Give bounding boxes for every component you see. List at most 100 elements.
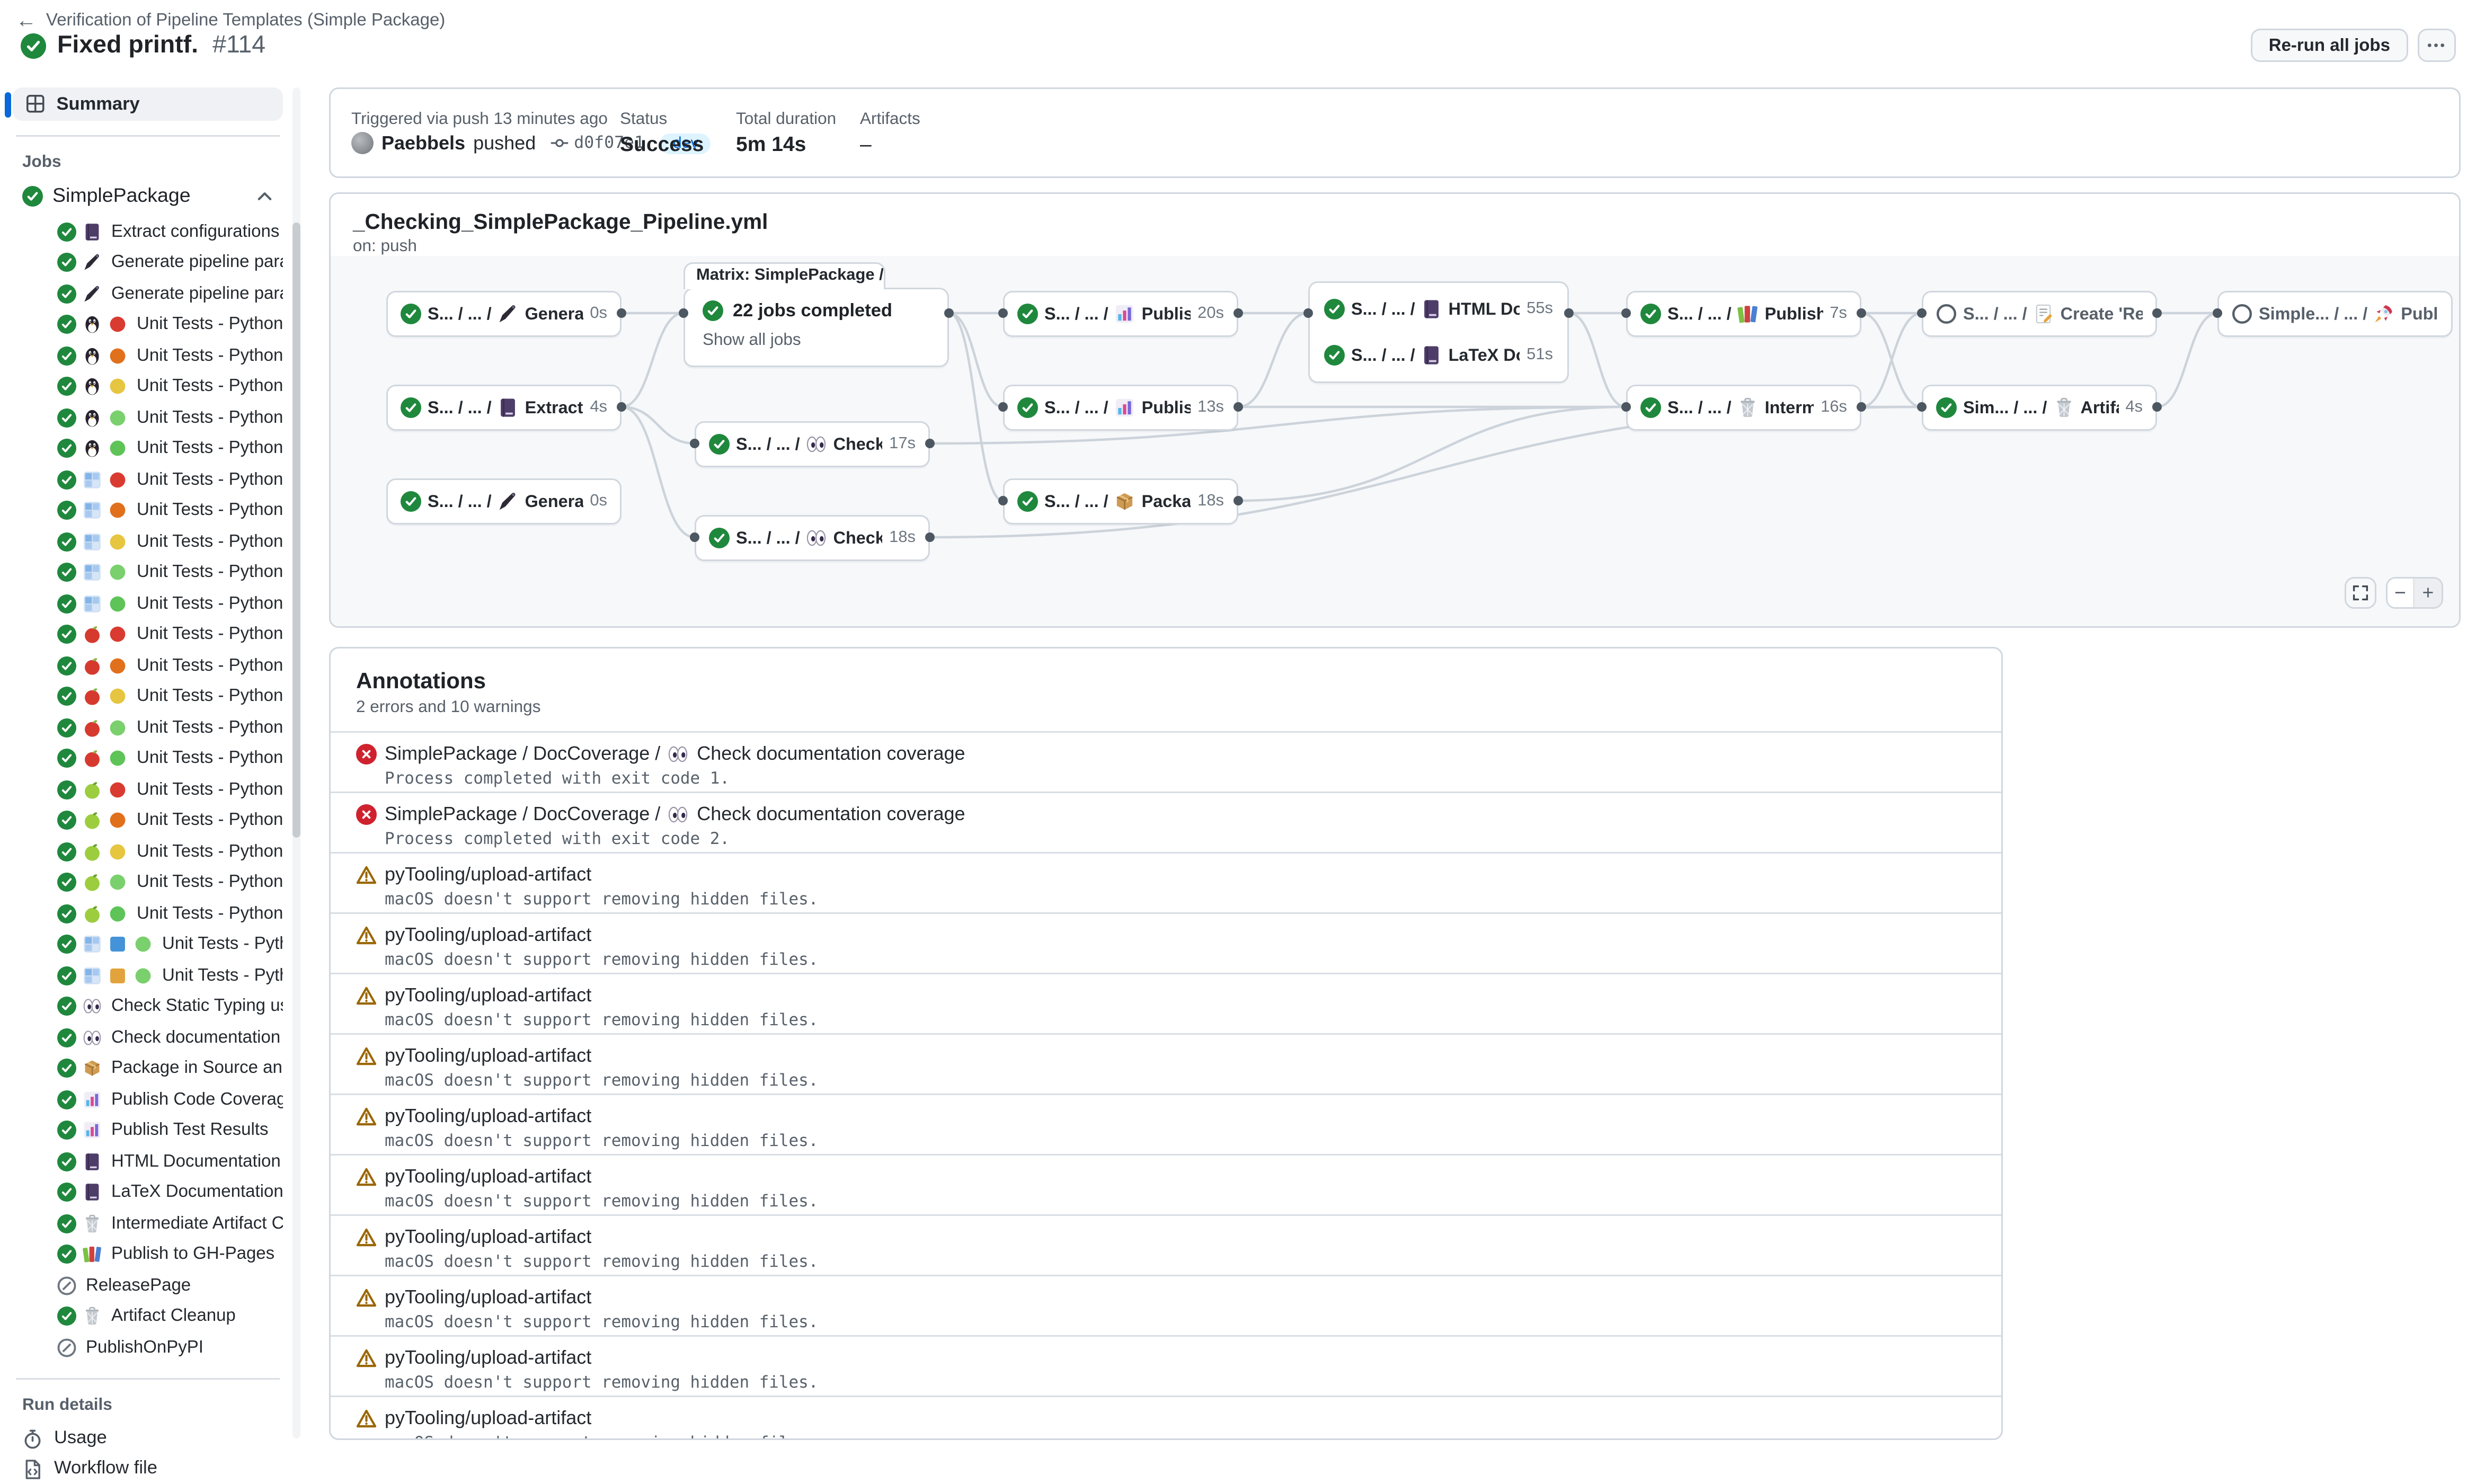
annotation-title[interactable]: Check documentation coverage bbox=[697, 742, 965, 765]
check-icon bbox=[57, 718, 76, 737]
graph-node-checkdoc[interactable]: S... / ... /Check docume...18s bbox=[695, 515, 930, 561]
sidebar-item-workflow-file[interactable]: Workflow file bbox=[13, 1454, 283, 1484]
annotation-title[interactable]: pyTooling/upload-artifact bbox=[385, 923, 591, 946]
sidebar-scrollbar-thumb[interactable] bbox=[292, 223, 300, 838]
sidebar-job-item[interactable]: Unit Tests - Python 3.9 bbox=[13, 774, 283, 805]
sidebar-job-item[interactable]: ReleasePage bbox=[13, 1270, 283, 1301]
sidebar-item-summary[interactable]: Summary bbox=[13, 87, 283, 121]
annotation-title[interactable]: pyTooling/upload-artifact bbox=[385, 1346, 591, 1369]
sidebar-job-item[interactable]: Unit Tests - Python 3.9 bbox=[13, 464, 283, 495]
graph-node-extract[interactable]: S... / ... /Extract configur...4s bbox=[386, 385, 622, 431]
chevron-up-icon[interactable] bbox=[254, 186, 273, 205]
graph-node-artifact[interactable]: Sim... / ... /Artifact Cleanup4s bbox=[1922, 385, 2157, 431]
annotation-message: macOS doesn't support removing hidden fi… bbox=[385, 950, 1976, 970]
zoom-out-button[interactable]: − bbox=[2388, 579, 2415, 607]
sidebar-job-item[interactable]: Unit Tests - Python 3.11 bbox=[13, 836, 283, 867]
sidebar-job-item[interactable]: Unit Tests - Python 3.11 bbox=[13, 681, 283, 713]
sidebar-job-item[interactable]: LaTeX Documentation using ... bbox=[13, 1177, 283, 1208]
sidebar-job-item[interactable]: Unit Tests - Python 3.13 bbox=[13, 743, 283, 775]
workflow-graph-canvas[interactable]: − + S... / ... /Generate pipelin...0s S..… bbox=[331, 256, 2459, 626]
graph-node-checkstatic[interactable]: S... / ... /Check Static Ty...17s bbox=[695, 421, 930, 467]
sidebar-job-item[interactable]: Extract configurations from p... bbox=[13, 216, 283, 247]
graph-node-package[interactable]: S... / ... /Package in Sou...18s bbox=[1003, 478, 1238, 525]
graph-node-group-docs[interactable]: S... / ... /HTML Docume...55s S... / ... … bbox=[1308, 281, 1569, 383]
sidebar-job-item[interactable]: Unit Tests - Python 3.11 bbox=[13, 526, 283, 557]
edge-connector-dot bbox=[1857, 402, 1866, 412]
annotation-title[interactable]: pyTooling/upload-artifact bbox=[385, 1044, 591, 1067]
actor-name[interactable]: Paebbels bbox=[381, 132, 465, 154]
zoom-in-button[interactable]: + bbox=[2415, 579, 2442, 607]
annotation-title[interactable]: pyTooling/upload-artifact bbox=[385, 863, 591, 885]
annotation-title[interactable]: Check documentation coverage bbox=[697, 803, 965, 825]
sidebar-group-simplepackage[interactable]: SimplePackage bbox=[13, 181, 283, 213]
sidebar-job-item[interactable]: Check documentation covera... bbox=[13, 1022, 283, 1053]
annotation-title[interactable]: pyTooling/upload-artifact bbox=[385, 984, 591, 1006]
sidebar-job-item[interactable]: Publish to GH-Pages bbox=[13, 1239, 283, 1270]
graph-node-pubtest[interactable]: S... / ... /Publish Test Re...13s bbox=[1003, 385, 1238, 431]
sidebar-job-item[interactable]: Check Static Typing using Pyt... bbox=[13, 991, 283, 1023]
package-icon bbox=[1115, 491, 1135, 512]
graph-node-gen2[interactable]: S... / ... /Generate pipelin...0s bbox=[386, 478, 622, 525]
graph-group-row[interactable]: S... / ... /HTML Docume...55s bbox=[1324, 299, 1553, 319]
chart-icon bbox=[83, 1090, 102, 1109]
python-version-dot-icon bbox=[108, 749, 127, 768]
sidebar-job-item[interactable]: Unit Tests - Python 3.10 bbox=[13, 495, 283, 527]
avatar[interactable] bbox=[351, 132, 374, 154]
sidebar-job-item[interactable]: Unit Tests - Python 3.13 bbox=[13, 898, 283, 929]
breadcrumb[interactable]: ← Verification of Pipeline Templates (Si… bbox=[16, 8, 445, 32]
sidebar-job-item[interactable]: Generate pipeline parameters bbox=[13, 278, 283, 309]
back-arrow-icon[interactable]: ← bbox=[16, 8, 37, 32]
sidebar-job-item[interactable]: Publish Test Results bbox=[13, 1115, 283, 1147]
sidebar-job-item[interactable]: Unit Tests - Python 3.12 bbox=[13, 557, 283, 589]
show-all-jobs-link[interactable]: Show all jobs bbox=[703, 331, 930, 350]
sidebar-job-item[interactable]: Unit Tests - Python 3.12 bbox=[13, 960, 283, 991]
graph-node-pypi[interactable]: Simple... / ... /Publish to PyPI bbox=[2217, 291, 2453, 337]
sidebar-job-item[interactable]: Artifact Cleanup bbox=[13, 1301, 283, 1332]
sidebar-job-item[interactable]: Publish Code Coverage Results bbox=[13, 1084, 283, 1115]
annotation-title[interactable]: pyTooling/upload-artifact bbox=[385, 1225, 591, 1248]
annotation-title[interactable]: pyTooling/upload-artifact bbox=[385, 1407, 591, 1429]
graph-node-pubcode[interactable]: S... / ... /Publish Code C...20s bbox=[1003, 291, 1238, 337]
graph-node-intermediate[interactable]: S... / ... /Intermediate A...16s bbox=[1626, 385, 1861, 431]
check-icon bbox=[703, 300, 723, 321]
check-icon bbox=[401, 397, 421, 418]
sidebar-job-item[interactable]: Unit Tests - Python 3.13 bbox=[13, 433, 283, 465]
annotation-title[interactable]: pyTooling/upload-artifact bbox=[385, 1286, 591, 1308]
sidebar-job-item[interactable]: PublishOnPyPI bbox=[13, 1332, 283, 1363]
sidebar-job-item[interactable]: Unit Tests - Python 3.9 bbox=[13, 619, 283, 651]
sidebar-job-item[interactable]: Unit Tests - Python 3.10 bbox=[13, 340, 283, 371]
sidebar-item-usage[interactable]: Usage bbox=[13, 1424, 283, 1454]
sidebar-job-item[interactable]: Unit Tests - Python 3.9 bbox=[13, 309, 283, 341]
graph-node-release[interactable]: S... / ... /Create 'Release Pa... bbox=[1922, 291, 2157, 337]
graph-group-row[interactable]: S... / ... /LaTeX Docume...51s bbox=[1324, 345, 1553, 366]
sidebar-job-item[interactable]: Unit Tests - Python 3.12 bbox=[13, 712, 283, 743]
sidebar-job-item[interactable]: HTML Documentation using ... bbox=[13, 1146, 283, 1177]
more-options-button[interactable] bbox=[2417, 29, 2455, 62]
sidebar-job-item[interactable]: Unit Tests - Python 3.10 bbox=[13, 805, 283, 837]
sidebar-job-item[interactable]: Unit Tests - Python 3.12 bbox=[13, 402, 283, 433]
annotation-title[interactable]: pyTooling/upload-artifact bbox=[385, 1105, 591, 1127]
fullscreen-button[interactable] bbox=[2345, 577, 2376, 609]
sidebar-job-item[interactable]: Package in Source and Wheel... bbox=[13, 1053, 283, 1085]
annotation-title[interactable]: pyTooling/upload-artifact bbox=[385, 1165, 591, 1187]
sidebar-job-item[interactable]: Unit Tests - Python 3.13 bbox=[13, 588, 283, 619]
sidebar-job-item[interactable]: Unit Tests - Python 3.12 bbox=[13, 929, 283, 961]
rerun-all-jobs-button[interactable]: Re-run all jobs bbox=[2251, 29, 2408, 62]
annotations-title: Annotations bbox=[356, 668, 1976, 693]
workflow-trigger: on: push bbox=[353, 237, 2437, 256]
sidebar-job-item[interactable]: Unit Tests - Python 3.10 bbox=[13, 650, 283, 681]
summary-grid-icon bbox=[25, 94, 46, 114]
annotation-job-prefix[interactable]: SimplePackage / DocCoverage / bbox=[385, 742, 660, 765]
job-label: Unit Tests - Python 3.11 bbox=[137, 842, 283, 861]
pen-icon bbox=[498, 304, 519, 324]
graph-node-ghpages[interactable]: S... / ... /Publish to GH-P...7s bbox=[1626, 291, 1861, 337]
sidebar-job-item[interactable]: Generate pipeline parameters bbox=[13, 247, 283, 279]
annotation-job-prefix[interactable]: SimplePackage / DocCoverage / bbox=[385, 803, 660, 825]
books-icon bbox=[1738, 304, 1759, 324]
sidebar-job-item[interactable]: Unit Tests - Python 3.11 bbox=[13, 371, 283, 403]
job-label: Generate pipeline parameters bbox=[111, 284, 283, 303]
sidebar-job-item[interactable]: Intermediate Artifact Cleanup bbox=[13, 1208, 283, 1239]
graph-node-matrix[interactable]: Matrix: SimplePackage / UnitTest...22 jo… bbox=[684, 288, 949, 367]
sidebar-job-item[interactable]: Unit Tests - Python 3.12 bbox=[13, 867, 283, 899]
graph-node-gen1[interactable]: S... / ... /Generate pipelin...0s bbox=[386, 291, 622, 337]
